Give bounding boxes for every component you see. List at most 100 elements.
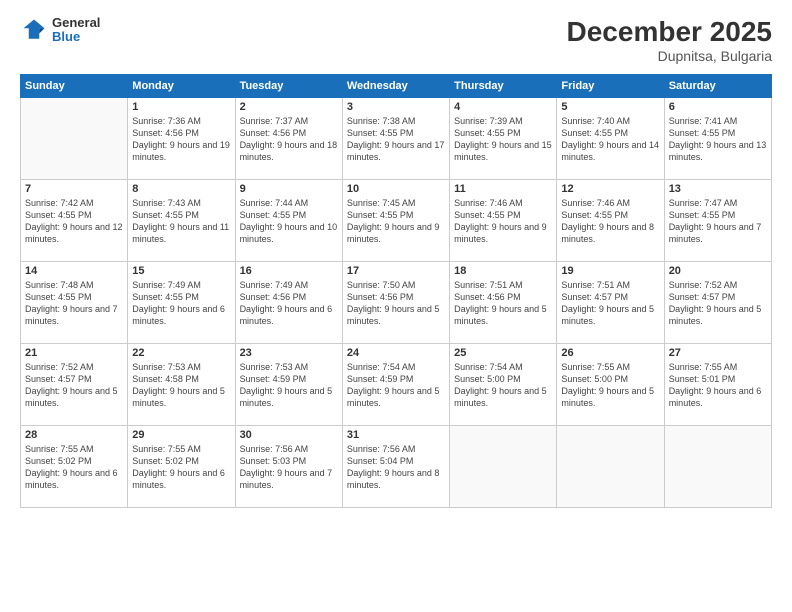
day-number: 17 xyxy=(347,265,445,277)
day-info: Sunrise: 7:53 AM Sunset: 4:58 PM Dayligh… xyxy=(132,361,230,410)
day-info: Sunrise: 7:41 AM Sunset: 4:55 PM Dayligh… xyxy=(669,115,767,164)
day-info: Sunrise: 7:54 AM Sunset: 4:59 PM Dayligh… xyxy=(347,361,445,410)
day-info: Sunrise: 7:44 AM Sunset: 4:55 PM Dayligh… xyxy=(240,197,338,246)
table-row: 29Sunrise: 7:55 AM Sunset: 5:02 PM Dayli… xyxy=(128,426,235,508)
day-number: 9 xyxy=(240,183,338,195)
day-number: 26 xyxy=(561,347,659,359)
day-number: 28 xyxy=(25,429,123,441)
table-row: 15 Sunrise: 7:49 AM Sunset: 4:55 PM Dayli… xyxy=(128,262,235,344)
table-row: 20Sunrise: 7:52 AM Sunset: 4:57 PM Dayli… xyxy=(664,262,771,344)
calendar-week-row: 1Sunrise: 7:36 AM Sunset: 4:56 PM Daylig… xyxy=(21,98,772,180)
day-number: 7 xyxy=(25,183,123,195)
day-number: 16 xyxy=(240,265,338,277)
day-number: 4 xyxy=(454,101,552,113)
month-title: December 2025 xyxy=(567,16,772,48)
table-row: 3 Sunrise: 7:38 AM Sunset: 4:55 PM Daylig… xyxy=(342,98,449,180)
table-row: 22 Sunrise: 7:53 AM Sunset: 4:58 PM Dayli… xyxy=(128,344,235,426)
location-title: Dupnitsa, Bulgaria xyxy=(567,48,772,64)
day-info: Sunrise: 7:55 AM Sunset: 5:01 PM Dayligh… xyxy=(669,361,767,410)
calendar-week-row: 14 Sunrise: 7:48 AM Sunset: 4:55 PM Dayli… xyxy=(21,262,772,344)
day-number: 24 xyxy=(347,347,445,359)
table-row: 25 Sunrise: 7:54 AM Sunset: 5:00 PM Dayli… xyxy=(450,344,557,426)
day-info: Sunrise: 7:49 AM Sunset: 4:55 PM Dayligh… xyxy=(132,279,230,328)
table-row: 12Sunrise: 7:46 AM Sunset: 4:55 PM Dayli… xyxy=(557,180,664,262)
logo-text: General Blue xyxy=(52,16,100,45)
day-number: 20 xyxy=(669,265,767,277)
table-row: 28 Sunrise: 7:55 AM Sunset: 5:02 PM Dayli… xyxy=(21,426,128,508)
day-info: Sunrise: 7:49 AM Sunset: 4:56 PM Dayligh… xyxy=(240,279,338,328)
day-info: Sunrise: 7:43 AM Sunset: 4:55 PM Dayligh… xyxy=(132,197,230,246)
day-info: Sunrise: 7:51 AM Sunset: 4:56 PM Dayligh… xyxy=(454,279,552,328)
day-number: 14 xyxy=(25,265,123,277)
table-row: 16 Sunrise: 7:49 AM Sunset: 4:56 PM Dayli… xyxy=(235,262,342,344)
day-number: 23 xyxy=(240,347,338,359)
table-row: 1Sunrise: 7:36 AM Sunset: 4:56 PM Daylig… xyxy=(128,98,235,180)
day-number: 15 xyxy=(132,265,230,277)
day-number: 22 xyxy=(132,347,230,359)
day-info: Sunrise: 7:51 AM Sunset: 4:57 PM Dayligh… xyxy=(561,279,659,328)
day-number: 8 xyxy=(132,183,230,195)
day-info: Sunrise: 7:48 AM Sunset: 4:55 PM Dayligh… xyxy=(25,279,123,328)
day-info: Sunrise: 7:46 AM Sunset: 4:55 PM Dayligh… xyxy=(561,197,659,246)
day-info: Sunrise: 7:56 AM Sunset: 5:03 PM Dayligh… xyxy=(240,443,338,492)
logo: General Blue xyxy=(20,16,100,45)
col-monday: Monday xyxy=(128,75,235,98)
calendar-table: Sunday Monday Tuesday Wednesday Thursday… xyxy=(20,74,772,508)
calendar-week-row: 28 Sunrise: 7:55 AM Sunset: 5:02 PM Dayli… xyxy=(21,426,772,508)
logo-general-label: General xyxy=(52,16,100,30)
col-wednesday: Wednesday xyxy=(342,75,449,98)
table-row: 19 Sunrise: 7:51 AM Sunset: 4:57 PM Dayli… xyxy=(557,262,664,344)
calendar-header-row: Sunday Monday Tuesday Wednesday Thursday… xyxy=(21,75,772,98)
col-friday: Friday xyxy=(557,75,664,98)
day-number: 2 xyxy=(240,101,338,113)
day-number: 11 xyxy=(454,183,552,195)
header: General Blue December 2025 Dupnitsa, Bul… xyxy=(20,16,772,64)
day-number: 3 xyxy=(347,101,445,113)
table-row: 14 Sunrise: 7:48 AM Sunset: 4:55 PM Dayli… xyxy=(21,262,128,344)
day-number: 30 xyxy=(240,429,338,441)
day-number: 13 xyxy=(669,183,767,195)
table-row xyxy=(21,98,128,180)
day-info: Sunrise: 7:54 AM Sunset: 5:00 PM Dayligh… xyxy=(454,361,552,410)
table-row: 8 Sunrise: 7:43 AM Sunset: 4:55 PM Daylig… xyxy=(128,180,235,262)
title-block: December 2025 Dupnitsa, Bulgaria xyxy=(567,16,772,64)
table-row xyxy=(557,426,664,508)
table-row: 27 Sunrise: 7:55 AM Sunset: 5:01 PM Dayli… xyxy=(664,344,771,426)
table-row: 31Sunrise: 7:56 AM Sunset: 5:04 PM Dayli… xyxy=(342,426,449,508)
table-row: 24 Sunrise: 7:54 AM Sunset: 4:59 PM Dayli… xyxy=(342,344,449,426)
day-info: Sunrise: 7:38 AM Sunset: 4:55 PM Dayligh… xyxy=(347,115,445,164)
day-info: Sunrise: 7:37 AM Sunset: 4:56 PM Dayligh… xyxy=(240,115,338,164)
day-number: 6 xyxy=(669,101,767,113)
table-row: 10Sunrise: 7:45 AM Sunset: 4:55 PM Dayli… xyxy=(342,180,449,262)
day-info: Sunrise: 7:39 AM Sunset: 4:55 PM Dayligh… xyxy=(454,115,552,164)
day-info: Sunrise: 7:52 AM Sunset: 4:57 PM Dayligh… xyxy=(25,361,123,410)
col-tuesday: Tuesday xyxy=(235,75,342,98)
day-info: Sunrise: 7:55 AM Sunset: 5:02 PM Dayligh… xyxy=(25,443,123,492)
col-sunday: Sunday xyxy=(21,75,128,98)
table-row xyxy=(664,426,771,508)
day-number: 19 xyxy=(561,265,659,277)
table-row: 6 Sunrise: 7:41 AM Sunset: 4:55 PM Daylig… xyxy=(664,98,771,180)
calendar-week-row: 21Sunrise: 7:52 AM Sunset: 4:57 PM Dayli… xyxy=(21,344,772,426)
day-number: 25 xyxy=(454,347,552,359)
table-row: 23Sunrise: 7:53 AM Sunset: 4:59 PM Dayli… xyxy=(235,344,342,426)
day-number: 18 xyxy=(454,265,552,277)
col-saturday: Saturday xyxy=(664,75,771,98)
table-row xyxy=(450,426,557,508)
day-info: Sunrise: 7:56 AM Sunset: 5:04 PM Dayligh… xyxy=(347,443,445,492)
day-number: 29 xyxy=(132,429,230,441)
day-info: Sunrise: 7:46 AM Sunset: 4:55 PM Dayligh… xyxy=(454,197,552,246)
table-row: 7Sunrise: 7:42 AM Sunset: 4:55 PM Daylig… xyxy=(21,180,128,262)
table-row: 5Sunrise: 7:40 AM Sunset: 4:55 PM Daylig… xyxy=(557,98,664,180)
table-row: 13Sunrise: 7:47 AM Sunset: 4:55 PM Dayli… xyxy=(664,180,771,262)
page: General Blue December 2025 Dupnitsa, Bul… xyxy=(0,0,792,612)
day-number: 27 xyxy=(669,347,767,359)
day-info: Sunrise: 7:36 AM Sunset: 4:56 PM Dayligh… xyxy=(132,115,230,164)
table-row: 9 Sunrise: 7:44 AM Sunset: 4:55 PM Daylig… xyxy=(235,180,342,262)
table-row: 21Sunrise: 7:52 AM Sunset: 4:57 PM Dayli… xyxy=(21,344,128,426)
table-row: 17Sunrise: 7:50 AM Sunset: 4:56 PM Dayli… xyxy=(342,262,449,344)
table-row: 11 Sunrise: 7:46 AM Sunset: 4:55 PM Dayli… xyxy=(450,180,557,262)
calendar-week-row: 7Sunrise: 7:42 AM Sunset: 4:55 PM Daylig… xyxy=(21,180,772,262)
logo-blue-label: Blue xyxy=(52,30,100,44)
table-row: 2 Sunrise: 7:37 AM Sunset: 4:56 PM Daylig… xyxy=(235,98,342,180)
